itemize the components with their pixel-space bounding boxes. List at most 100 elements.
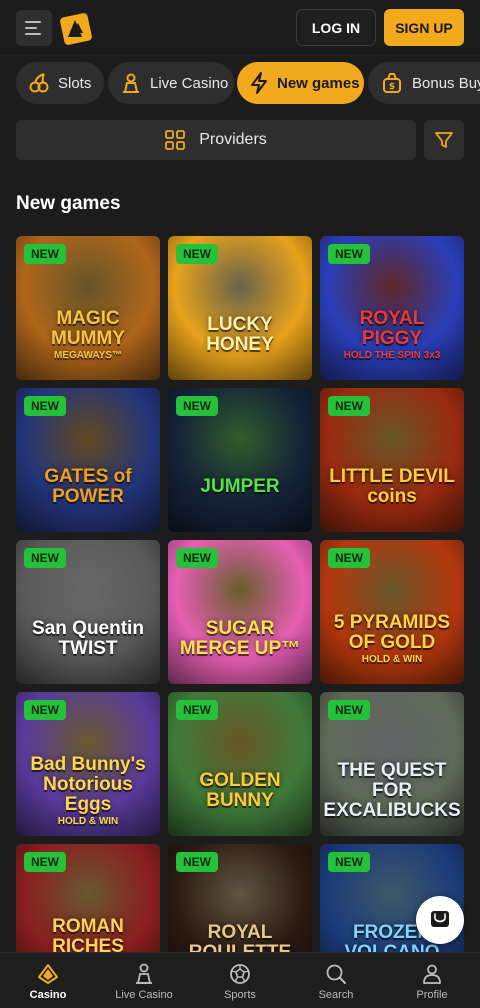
game-title-text: ROYAL PIGGY [359,307,425,349]
nav-search-label: Search [318,989,354,1001]
game-title: San Quentin TWIST [16,619,160,659]
nav-profile[interactable]: Profile [384,953,480,1008]
new-badge: NEW [176,244,218,264]
nav-casino-label: Casino [29,989,67,1001]
game-title: ROYAL ROULETTE [168,923,312,952]
new-badge: NEW [328,852,370,872]
game-title-text: ROMAN RICHES [52,915,124,952]
bottom-nav: Casino Live Casino Sports Search Profile [0,952,480,1008]
cherries-icon [28,71,50,95]
game-title-text: THE QUEST FOR EXCALIBUCKS [323,760,461,821]
game-title: GOLDEN BUNNY [168,771,312,811]
menu-button[interactable] [16,10,52,46]
tab-slots-label: Slots [58,74,92,92]
nav-casino[interactable]: Casino [0,953,96,1008]
game-title-text: SUGAR MERGE UP™ [179,618,301,659]
new-badge: NEW [176,396,218,416]
nav-search[interactable]: Search [288,953,384,1008]
game-subtitle: HOLD & WIN [361,653,423,665]
filter-icon [435,132,453,148]
svg-text:$: $ [389,82,395,92]
new-badge: NEW [24,548,66,568]
game-title: Bad Bunny's Notorious Eggs HOLD & WIN [16,753,160,827]
lightning-icon [249,71,269,95]
category-tabs: Slots Live Casino New games $ Bonus Buy [0,62,480,106]
tab-bonus-buy-label: Bonus Buy [412,74,480,92]
nav-live-casino-label: Live Casino [115,989,173,1001]
game-title-text: San Quentin TWIST [32,618,144,659]
user-icon [421,961,443,987]
game-title-text: GOLDEN BUNNY [199,770,281,811]
brand-logo-icon[interactable] [58,11,94,45]
game-title: 5 PYRAMIDS OF GOLD HOLD & WIN [320,611,464,665]
game-card[interactable]: NEW 5 PYRAMIDS OF GOLD HOLD & WIN [320,540,464,684]
new-badge: NEW [24,852,66,872]
casino-icon [36,961,60,987]
game-title: ROYAL PIGGY HOLD THE SPIN 3x3 [320,307,464,361]
game-title: THE QUEST FOR EXCALIBUCKS [320,761,464,821]
game-title-text: ROYAL ROULETTE [189,922,291,952]
tab-live-casino[interactable]: Live Casino [108,62,234,104]
new-badge: NEW [328,244,370,264]
providers-button[interactable]: Providers [16,120,416,160]
game-card[interactable]: NEW MAGIC MUMMY MEGAWAYS™ [16,236,160,380]
game-card[interactable]: NEW Bad Bunny's Notorious Eggs HOLD & WIN [16,692,160,836]
tab-live-casino-label: Live Casino [150,74,229,92]
dealer-icon [120,71,142,95]
game-card[interactable]: NEW SUGAR MERGE UP™ [168,540,312,684]
game-title: LITTLE DEVIL coins [320,467,464,507]
new-badge: NEW [328,396,370,416]
game-card[interactable]: NEW JUMPER [168,388,312,532]
game-title: LUCKY HONEY [168,315,312,355]
game-card[interactable]: NEW ROYAL ROULETTE [168,844,312,952]
search-icon [325,961,347,987]
game-title-text: GATES of POWER [44,466,132,507]
new-badge: NEW [328,700,370,720]
game-title: MAGIC MUMMY MEGAWAYS™ [16,307,160,361]
tab-new-games-label: New games [277,74,360,92]
game-card[interactable]: NEW ROYAL PIGGY HOLD THE SPIN 3x3 [320,236,464,380]
nav-profile-label: Profile [416,989,448,1001]
top-bar: LOG IN SIGN UP [0,0,480,56]
new-badge: NEW [24,396,66,416]
game-title-text: LUCKY HONEY [206,314,274,355]
tab-slots[interactable]: Slots [16,62,104,104]
game-card[interactable]: NEW ROMAN RICHESJACKPOT [16,844,160,952]
tab-bonus-buy[interactable]: $ Bonus Buy [368,62,480,104]
game-title: JUMPER [192,477,287,497]
game-title: GATES of POWER [16,467,160,507]
game-title-text: LITTLE DEVIL coins [329,466,455,507]
game-card[interactable]: NEW San Quentin TWIST [16,540,160,684]
game-title-text: MAGIC MUMMY [51,307,125,349]
nav-sports-label: Sports [224,989,256,1001]
ball-icon [229,961,251,987]
nav-live-casino[interactable]: Live Casino [96,953,192,1008]
nav-sports[interactable]: Sports [192,953,288,1008]
hamburger-icon [25,21,41,35]
new-badge: NEW [328,548,370,568]
new-badge: NEW [24,244,66,264]
game-card[interactable]: NEW THE QUEST FOR EXCALIBUCKS [320,692,464,836]
grid-icon [165,130,186,150]
game-title-text: JUMPER [200,476,280,498]
game-subtitle: MEGAWAYS™ [54,349,122,361]
live-dealer-icon [133,961,155,987]
chat-icon [431,911,449,927]
tab-new-games[interactable]: New games [237,62,364,104]
games-grid: NEW MAGIC MUMMY MEGAWAYS™ NEW LUCKY HONEY NEW… [16,236,464,952]
chat-button[interactable] [416,896,464,944]
game-card[interactable]: NEW GATES of POWER [16,388,160,532]
game-title: SUGAR MERGE UP™ [168,619,312,659]
game-title-text: 5 PYRAMIDS OF GOLD [333,611,451,653]
game-card[interactable]: NEW GOLDEN BUNNY [168,692,312,836]
game-card[interactable]: NEW LITTLE DEVIL coins [320,388,464,532]
login-button[interactable]: LOG IN [296,9,376,46]
filter-button[interactable] [424,120,464,160]
game-title: ROMAN RICHESJACKPOT [16,915,160,952]
section-title: New games [16,193,121,214]
game-subtitle: HOLD & WIN [57,815,119,827]
bonus-bag-icon: $ [380,71,404,95]
game-title-text: Bad Bunny's Notorious Eggs [30,753,146,815]
game-card[interactable]: NEW LUCKY HONEY [168,236,312,380]
signup-button[interactable]: SIGN UP [384,9,464,46]
